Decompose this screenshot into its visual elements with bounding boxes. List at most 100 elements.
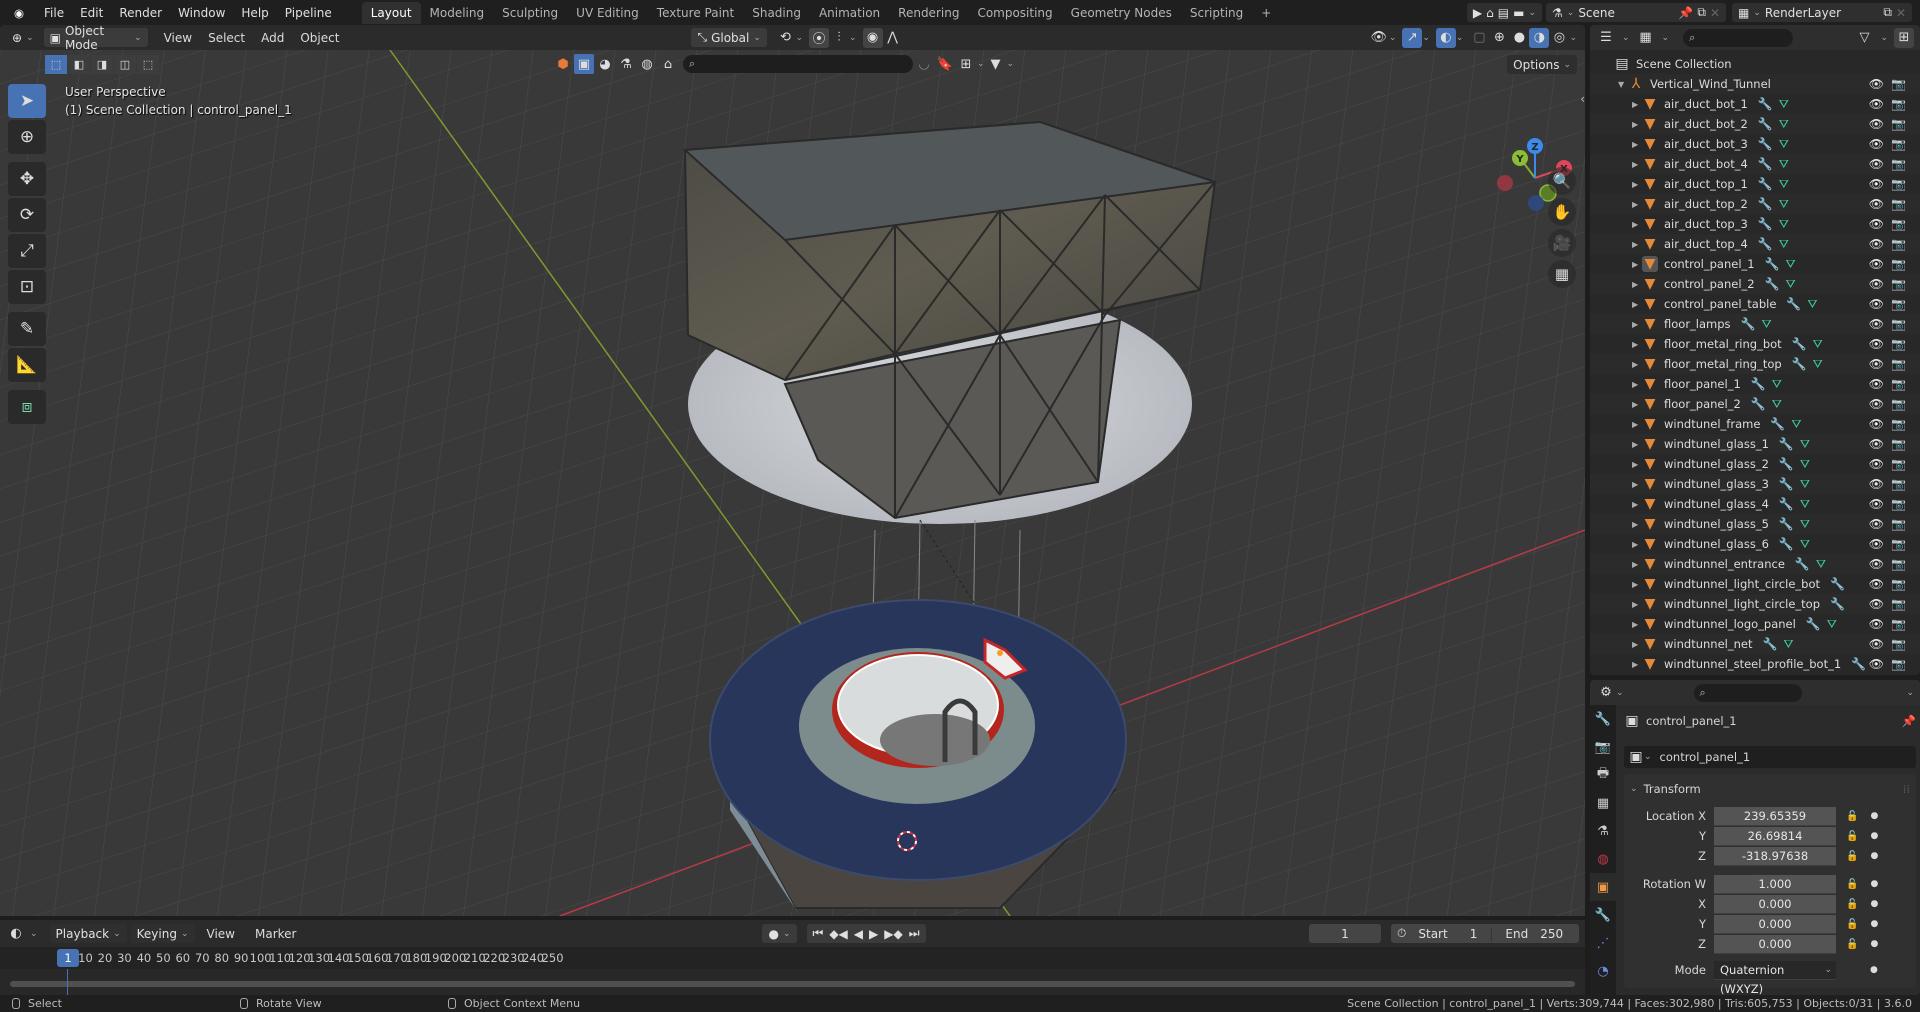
outliner-item[interactable]: ▶ ▼ floor_metal_ring_top 🔧 ⛛ 👁 📷 <box>1590 354 1920 374</box>
play-reverse-icon[interactable]: ◀ <box>854 927 863 941</box>
expand-triangle-icon[interactable]: ▶ <box>1632 460 1642 469</box>
chevron-down-icon[interactable]: ⌄ <box>1906 688 1914 698</box>
eye-icon[interactable]: 👁 <box>1869 337 1884 351</box>
modifier-wrench-icon[interactable]: 🔧 <box>1751 377 1766 391</box>
jump-start-icon[interactable]: ⏮ <box>813 926 824 941</box>
tab-geometry-nodes[interactable]: Geometry Nodes <box>1062 2 1181 24</box>
eye-icon[interactable]: 👁 <box>1869 417 1884 431</box>
location-y-field[interactable]: 26.69814 <box>1714 826 1836 846</box>
keyframe-dot-icon[interactable]: ● <box>1870 965 1878 975</box>
properties-search-input[interactable]: ⌕ <box>1693 683 1802 702</box>
play-render-icon[interactable]: ▶ <box>1473 6 1482 20</box>
expand-triangle-icon[interactable]: ▶ <box>1632 560 1642 569</box>
rotate-tool[interactable]: ⟳ <box>8 198 46 232</box>
scene-filter-icon[interactable]: ⬢ <box>553 54 573 74</box>
scene-tab[interactable]: ⚗ <box>1590 817 1616 845</box>
display-mode-icon[interactable]: ▦ <box>1636 28 1656 48</box>
eye-icon[interactable]: 👁 <box>1869 457 1884 471</box>
select-extend-icon[interactable]: ◧ <box>68 55 90 74</box>
mesh-data-icon[interactable]: ⛛ <box>1779 217 1789 232</box>
eye-icon[interactable]: 👁 <box>1869 277 1884 291</box>
rotation-mode-dropdown[interactable]: Quaternion (WXYZ) ⌄ <box>1714 960 1836 995</box>
mesh-data-icon[interactable]: ⛛ <box>1761 317 1771 332</box>
camera-icon[interactable]: 📷 <box>1891 137 1906 151</box>
outliner-item[interactable]: ▶ ▼ floor_metal_ring_bot 🔧 ⛛ 👁 📷 <box>1590 334 1920 354</box>
outliner-search-input[interactable]: ⌕ <box>1683 28 1794 47</box>
lock-icon[interactable]: 🔓 <box>1846 811 1858 822</box>
solid-shading-icon[interactable]: ● <box>1509 28 1529 48</box>
falloff-icon[interactable]: ⋀ <box>883 28 903 48</box>
scene-selector[interactable]: ⚗ ⌄ Scene 📌 ⧉ ✕ <box>1546 3 1726 22</box>
modifier-wrench-icon[interactable]: 🔧 <box>1770 417 1785 431</box>
outliner-item[interactable]: ▶ ▼ air_duct_top_1 🔧 ⛛ 👁 📷 <box>1590 174 1920 194</box>
scene-collection-row[interactable]: ▤ Scene Collection <box>1590 54 1920 74</box>
chevron-down-icon[interactable]: ⌄ <box>1456 33 1464 43</box>
keyframe-dot-icon[interactable]: ● <box>1870 851 1878 861</box>
lock-icon[interactable]: 🔓 <box>1846 831 1858 842</box>
expand-triangle-icon[interactable]: ▼ <box>1618 80 1628 89</box>
expand-triangle-icon[interactable]: ▶ <box>1632 320 1642 329</box>
cursor-tool[interactable]: ⊕ <box>8 120 46 154</box>
mesh-data-icon[interactable]: ⛛ <box>1779 237 1789 252</box>
camera-icon[interactable]: 📷 <box>1891 497 1906 511</box>
modifier-wrench-icon[interactable]: 🔧 <box>1741 317 1756 331</box>
xray-icon[interactable]: ▢ <box>1469 28 1489 48</box>
bookmark-icon[interactable]: 🔖 <box>935 54 955 74</box>
expand-triangle-icon[interactable]: ▶ <box>1632 220 1642 229</box>
mesh-data-icon[interactable]: ⛛ <box>1779 117 1789 132</box>
brush-filter-icon[interactable]: ⌂ <box>658 54 678 74</box>
modifier-wrench-icon[interactable]: 🔧 <box>1792 337 1807 351</box>
camera-icon[interactable]: 📷 <box>1891 397 1906 411</box>
outliner-item[interactable]: ▶ ▼ windtunel_glass_4 🔧 ⛛ 👁 📷 <box>1590 494 1920 514</box>
camera-icon[interactable]: 📷 <box>1891 637 1906 651</box>
expand-triangle-icon[interactable]: ▶ <box>1632 140 1642 149</box>
expand-triangle-icon[interactable]: ▶ <box>1632 100 1642 109</box>
modifier-wrench-icon[interactable]: 🔧 <box>1795 557 1810 571</box>
location-x-field[interactable]: 239.65359 <box>1714 806 1836 826</box>
object-tab[interactable]: ▣ <box>1590 873 1616 901</box>
eye-icon[interactable]: 👁 <box>1869 77 1884 91</box>
chevron-down-icon[interactable]: ⌄ <box>1622 33 1630 43</box>
eye-icon[interactable]: 👁 <box>1869 137 1884 151</box>
world-tab[interactable]: ◍ <box>1590 845 1616 873</box>
eye-icon[interactable]: 👁 <box>1869 257 1884 271</box>
transform-orientation-selector[interactable]: ⤡ Global ⌄ <box>691 28 768 47</box>
collection-row[interactable]: ▼ ⅄ Vertical_Wind_Tunnel 👁 📷 <box>1590 74 1920 94</box>
expand-triangle-icon[interactable]: ▶ <box>1632 400 1642 409</box>
keyframe-dot-icon[interactable]: ● <box>1870 811 1878 821</box>
camera-icon[interactable]: 📷 <box>1891 257 1906 271</box>
eye-icon[interactable]: 👁 <box>1869 157 1884 171</box>
expand-triangle-icon[interactable]: ▶ <box>1632 620 1642 629</box>
prev-keyframe-icon[interactable]: ◆◀ <box>829 927 847 941</box>
pin-icon[interactable]: 📌 <box>1678 6 1693 20</box>
modifier-wrench-icon[interactable]: 🔧 <box>1765 277 1780 291</box>
camera-icon[interactable]: 📷 <box>1891 537 1906 551</box>
view-layer-selector[interactable]: ▦ ⌄ RenderLayer ⧉ ✕ <box>1732 3 1912 22</box>
expand-triangle-icon[interactable]: ▶ <box>1632 660 1642 669</box>
camera-icon[interactable]: 📷 <box>1891 337 1906 351</box>
expand-triangle-icon[interactable]: ▶ <box>1632 340 1642 349</box>
material-filter-icon[interactable]: ◕ <box>595 54 615 74</box>
world-filter-icon[interactable]: ◍ <box>637 54 657 74</box>
camera-icon[interactable]: 📷 <box>1891 297 1906 311</box>
mesh-data-icon[interactable]: ⛛ <box>1816 557 1826 572</box>
current-frame-field[interactable]: 1 <box>1309 924 1381 943</box>
outliner-editor-icon[interactable]: ☰ <box>1596 28 1616 48</box>
expand-triangle-icon[interactable]: ▶ <box>1632 600 1642 609</box>
outliner-item[interactable]: ▶ ▼ control_panel_1 🔧 ⛛ 👁 📷 <box>1590 254 1920 274</box>
eye-icon[interactable]: 👁 <box>1869 497 1884 511</box>
menu-object[interactable]: Object <box>292 31 347 45</box>
light-filter-icon[interactable]: ⚗ <box>616 54 636 74</box>
camera-view-button[interactable]: 🎥 <box>1548 229 1576 257</box>
chevron-down-icon[interactable]: ⌄ <box>795 33 803 43</box>
outliner-item[interactable]: ▶ ▼ floor_panel_1 🔧 ⛛ 👁 📷 <box>1590 374 1920 394</box>
camera-icon[interactable]: 📷 <box>1891 277 1906 291</box>
new-collection-icon[interactable]: ⊞ <box>1894 27 1914 48</box>
gizmo-neg-x[interactable] <box>1497 175 1513 191</box>
eye-icon[interactable]: 👁 <box>1869 657 1884 671</box>
camera-icon[interactable]: 📷 <box>1891 197 1906 211</box>
expand-triangle-icon[interactable]: ▶ <box>1632 500 1642 509</box>
modifier-wrench-icon[interactable]: 🔧 <box>1758 177 1773 191</box>
transform-tool[interactable]: ⊡ <box>8 270 46 304</box>
snap-target-icon[interactable]: ⫶ <box>829 28 849 48</box>
